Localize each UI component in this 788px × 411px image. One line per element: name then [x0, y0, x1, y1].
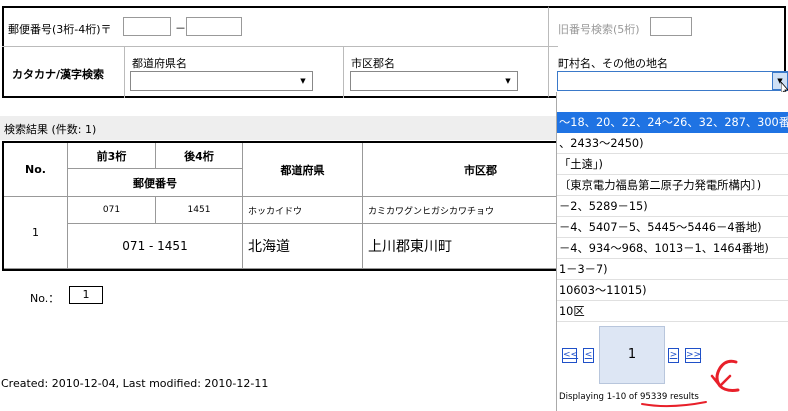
kana-kanji-label: カタカナ/漢字検索	[12, 68, 105, 81]
row-no: 1	[4, 196, 68, 269]
dropdown-option[interactable]: －4、5407－5、5445～5446－4番地)	[557, 217, 788, 238]
header-last4: 後4桁	[155, 143, 243, 169]
pref-select[interactable]: ▼	[130, 71, 313, 91]
row-city-kana: カミカワグンヒガシカワチョウ	[362, 196, 558, 224]
old-zip-label: 旧番号検索(5桁)	[558, 23, 640, 36]
header-no: No.	[4, 143, 68, 197]
dropdown-option[interactable]: 、2433～2450)	[557, 133, 788, 154]
header-zipcode: 郵便番号	[67, 168, 243, 197]
dropdown-option[interactable]: 1－3－7)	[557, 259, 788, 280]
header-pref: 都道府県	[242, 143, 363, 197]
dropdown-option[interactable]: －2、5289－15)	[557, 196, 788, 217]
dropdown-option[interactable]: 10区	[557, 301, 788, 322]
row-city: 上川郡東川町	[362, 223, 558, 269]
dropdown-option[interactable]: 〔東京電力福島第二原子力発電所構内〕)	[557, 175, 788, 196]
form-vline	[124, 47, 125, 98]
zip-last4-input[interactable]	[186, 17, 242, 36]
row-last4: 1451	[155, 196, 243, 224]
town-label: 町村名、その他の地名	[558, 57, 668, 70]
city-select[interactable]: ▼	[350, 71, 518, 91]
row-pref: 北海道	[242, 223, 363, 269]
result-count-label: 検索結果 (件数: 1)	[4, 123, 97, 136]
no-selector-label: No.：	[30, 292, 60, 305]
row-pref-kana: ホッカイドウ	[242, 196, 363, 224]
dropdown-option[interactable]: 10603～11015)	[557, 280, 788, 301]
results-table: No. 前3桁 後4桁 都道府県 市区郡 郵便番号 1 071 1451 ホッカ…	[4, 143, 558, 269]
pager-prev-button[interactable]: <	[583, 348, 594, 363]
result-count-bar: 検索結果 (件数: 1)	[0, 116, 558, 140]
footer-dates: Created: 2010-12-04, Last modified: 2010…	[1, 377, 269, 390]
dropdown-option[interactable]: ～18、20、22、24～26、32、287、300番地)	[557, 112, 788, 133]
dropdown-option[interactable]: 「土遠」)	[557, 154, 788, 175]
zip-dash: －	[175, 22, 186, 35]
pref-label: 都道府県名	[132, 57, 187, 70]
table-row: 1 071 1451 ホッカイドウ カミカワグンヒガシカワチョウ	[4, 196, 558, 269]
city-label: 市区郡名	[351, 57, 395, 70]
header-city: 市区郡	[362, 143, 558, 197]
results-table-frame: No. 前3桁 後4桁 都道府県 市区郡 郵便番号 1 071 1451 ホッカ…	[2, 141, 558, 271]
header-first3: 前3桁	[67, 143, 156, 169]
zip-label: 郵便番号(3桁-4桁)〒	[8, 23, 112, 36]
dropdown-option[interactable]: －4、934～968、1013－1、1464番地)	[557, 238, 788, 259]
town-select[interactable]: ▼	[557, 71, 788, 91]
no-selector-input[interactable]: 1	[69, 286, 103, 304]
chevron-down-icon: ▼	[505, 77, 511, 85]
zip-first3-input[interactable]	[123, 17, 171, 36]
red-annotation-mark	[641, 359, 740, 408]
chevron-down-icon: ▼	[300, 77, 306, 85]
form-divider	[2, 46, 558, 47]
form-vline	[343, 47, 344, 98]
row-first3: 071	[67, 196, 156, 224]
row-zip: 071 - 1451	[67, 223, 243, 269]
old-zip-input[interactable]	[650, 17, 692, 36]
pager-first-button[interactable]: <<	[562, 348, 578, 363]
table-row: 071 - 1451 北海道 上川郡東川町	[4, 223, 558, 269]
